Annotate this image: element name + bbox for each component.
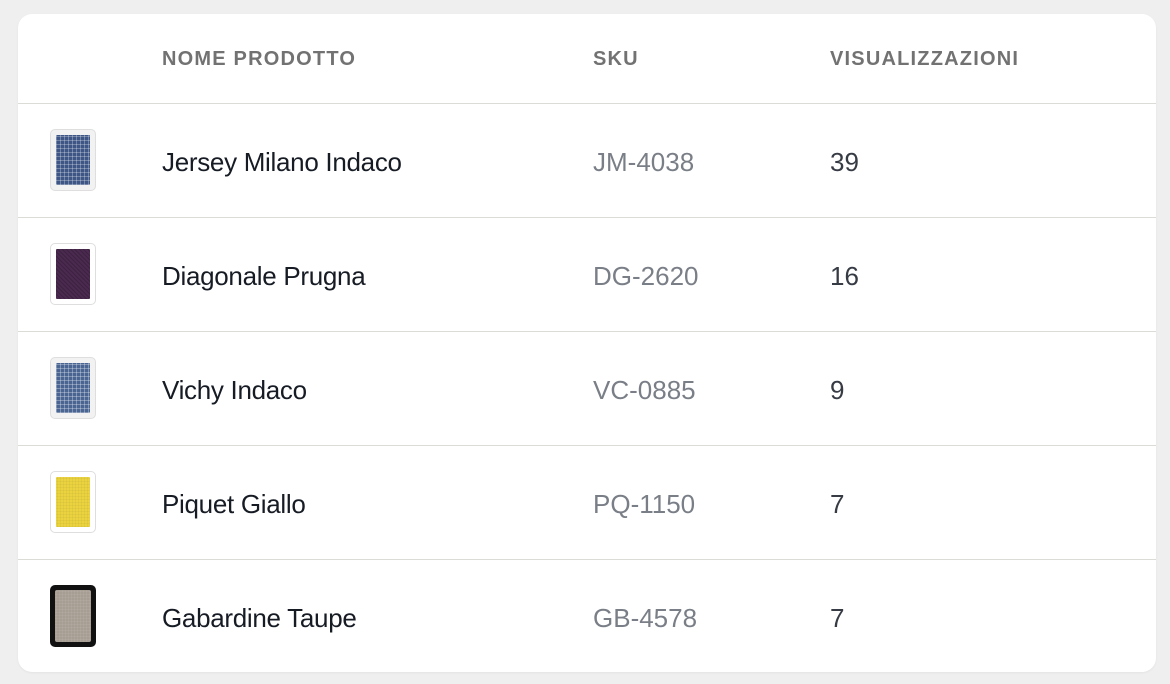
- fabric-swatch-icon: [56, 477, 90, 527]
- table-row[interactable]: Vichy Indaco VC-0885 9: [18, 332, 1156, 446]
- product-name[interactable]: Vichy Indaco: [162, 375, 307, 405]
- column-header-sku[interactable]: SKU: [593, 47, 639, 71]
- product-views: 16: [830, 261, 859, 291]
- product-thumbnail[interactable]: [50, 129, 96, 191]
- product-thumbnail[interactable]: [50, 471, 96, 533]
- product-thumbnail[interactable]: [50, 243, 96, 305]
- product-views: 7: [830, 489, 845, 519]
- product-name[interactable]: Jersey Milano Indaco: [162, 147, 402, 177]
- column-header-views[interactable]: VISUALIZZAZIONI: [830, 47, 1019, 71]
- product-thumbnail[interactable]: [50, 357, 96, 419]
- fabric-swatch-icon: [55, 590, 91, 642]
- product-sku: GB-4578: [593, 603, 698, 633]
- product-sku: JM-4038: [593, 147, 695, 177]
- fabric-swatch-icon: [56, 363, 90, 413]
- product-views-table: NOME PRODOTTO SKU VISUALIZZAZIONI Jersey…: [18, 14, 1156, 672]
- product-name[interactable]: Diagonale Prugna: [162, 261, 366, 291]
- product-name[interactable]: Gabardine Taupe: [162, 603, 357, 633]
- product-views: 39: [830, 147, 859, 177]
- product-name[interactable]: Piquet Giallo: [162, 489, 306, 519]
- fabric-swatch-icon: [56, 249, 90, 299]
- table-row[interactable]: Piquet Giallo PQ-1150 7: [18, 446, 1156, 560]
- table-row[interactable]: Jersey Milano Indaco JM-4038 39: [18, 104, 1156, 218]
- column-header-name[interactable]: NOME PRODOTTO: [162, 47, 356, 71]
- product-views: 7: [830, 603, 845, 633]
- fabric-swatch-icon: [56, 135, 90, 185]
- product-views: 9: [830, 375, 845, 405]
- product-thumbnail[interactable]: [50, 585, 96, 647]
- table-row[interactable]: Gabardine Taupe GB-4578 7: [18, 560, 1156, 672]
- table-row[interactable]: Diagonale Prugna DG-2620 16: [18, 218, 1156, 332]
- product-sku: VC-0885: [593, 375, 696, 405]
- product-sku: DG-2620: [593, 261, 699, 291]
- table-header: NOME PRODOTTO SKU VISUALIZZAZIONI: [18, 14, 1156, 104]
- product-sku: PQ-1150: [593, 489, 696, 519]
